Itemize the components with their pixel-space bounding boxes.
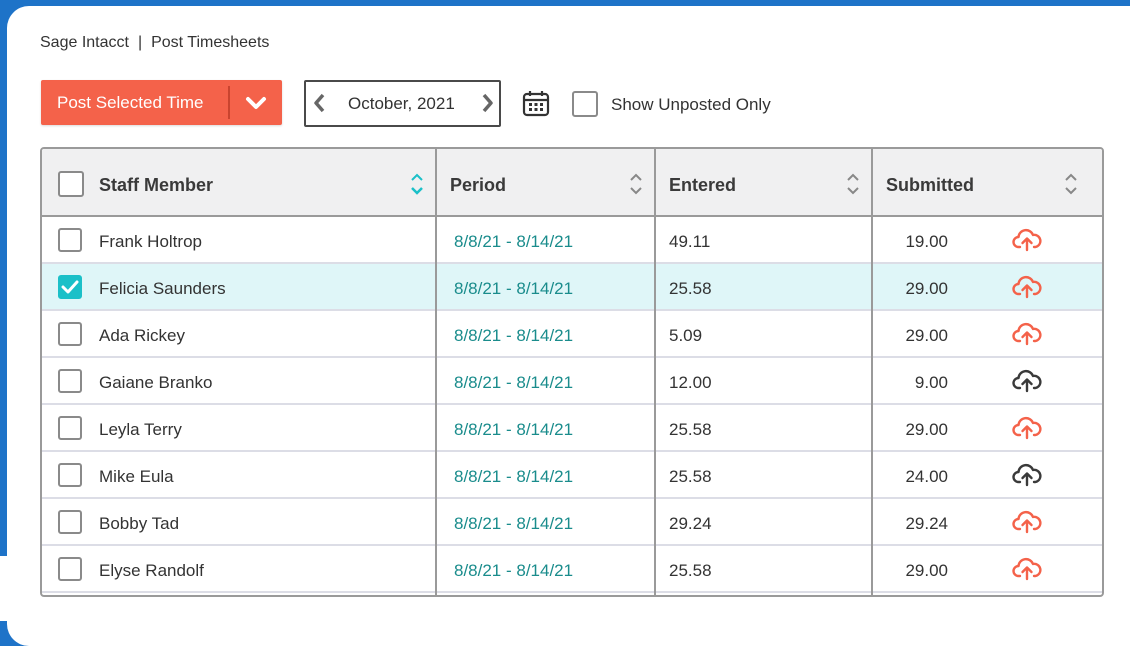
column-header-period[interactable]: Period [437, 149, 654, 215]
table-row[interactable]: Mike Eula 8/8/21 - 8/14/21 25.58 24.00 [42, 452, 1102, 499]
table-header: Staff Member Period Entered Submitted [42, 149, 1102, 217]
period-link[interactable]: 8/8/21 - 8/14/21 [454, 514, 573, 534]
submitted-hours: 9.00 [914, 373, 948, 392]
breadcrumb: Sage Intacct | Post Timesheets [40, 34, 269, 52]
period-link[interactable]: 8/8/21 - 8/14/21 [454, 467, 573, 487]
staff-member-name: Bobby Tad [99, 514, 180, 533]
staff-member-name: Leyla Terry [99, 420, 182, 439]
period-link[interactable]: 8/8/21 - 8/14/21 [454, 420, 573, 440]
entered-hours: 25.58 [669, 561, 712, 580]
cloud-upload-icon[interactable] [1012, 557, 1042, 581]
column-header-label: Staff Member [99, 175, 214, 195]
month-value: October, 2021 [348, 94, 455, 113]
row-checkbox[interactable] [58, 369, 82, 393]
column-divider [871, 149, 873, 595]
entered-hours: 25.58 [669, 467, 712, 486]
staff-member-name: Mike Eula [99, 467, 174, 486]
column-header-label: Entered [669, 175, 737, 195]
entered-hours: 12.00 [669, 373, 712, 392]
column-divider [435, 149, 437, 595]
select-all-checkbox[interactable] [58, 171, 84, 197]
month-picker[interactable]: October, 2021 [304, 80, 501, 127]
submitted-hours: 29.00 [905, 561, 948, 580]
chevron-down-icon[interactable] [244, 92, 268, 114]
row-checkbox[interactable] [58, 322, 82, 346]
period-link[interactable]: 8/8/21 - 8/14/21 [454, 373, 573, 393]
cloud-upload-icon[interactable] [1012, 369, 1042, 393]
staff-member-name: Gaiane Branko [99, 373, 213, 392]
column-header-staff-member[interactable]: Staff Member [42, 149, 435, 215]
submitted-hours: 29.24 [905, 514, 948, 533]
submitted-hours: 29.00 [905, 326, 948, 345]
post-selected-time-label: Post Selected Time [57, 93, 204, 112]
chevron-right-icon[interactable] [479, 92, 495, 114]
column-header-submitted[interactable]: Submitted [873, 149, 1102, 215]
sort-icon[interactable] [629, 171, 643, 197]
entered-hours: 49.11 [669, 232, 711, 251]
chevron-left-icon[interactable] [312, 92, 328, 114]
sort-icon[interactable] [410, 171, 424, 197]
cloud-upload-icon[interactable] [1012, 463, 1042, 487]
table-row[interactable]: Leyla Terry 8/8/21 - 8/14/21 25.58 29.00 [42, 405, 1102, 452]
sort-icon[interactable] [846, 171, 860, 197]
entered-hours: 25.58 [669, 279, 712, 298]
staff-member-name: Ada Rickey [99, 326, 185, 345]
column-header-label: Submitted [886, 175, 974, 195]
entered-hours: 29.24 [669, 514, 712, 533]
cloud-upload-icon[interactable] [1012, 228, 1042, 252]
row-checkbox[interactable] [58, 557, 82, 581]
show-unposted-checkbox[interactable] [572, 91, 598, 117]
staff-member-name: Elyse Randolf [99, 561, 204, 580]
sort-icon[interactable] [1064, 171, 1078, 197]
table-row[interactable]: Gaiane Branko 8/8/21 - 8/14/21 12.00 9.00 [42, 358, 1102, 405]
submitted-hours: 29.00 [905, 420, 948, 439]
row-checkbox[interactable] [58, 416, 82, 440]
table-row[interactable]: Elyse Randolf 8/8/21 - 8/14/21 25.58 29.00 [42, 546, 1102, 593]
cloud-upload-icon[interactable] [1012, 275, 1042, 299]
cloud-upload-icon[interactable] [1012, 510, 1042, 534]
submitted-hours: 29.00 [905, 279, 948, 298]
calendar-icon[interactable] [522, 89, 550, 117]
timesheet-table: Staff Member Period Entered Submitted Fr… [40, 147, 1104, 597]
staff-member-name: Frank Holtrop [99, 232, 202, 251]
row-checkbox[interactable] [58, 275, 82, 299]
table-row[interactable]: Ada Rickey 8/8/21 - 8/14/21 5.09 29.00 [42, 311, 1102, 358]
period-link[interactable]: 8/8/21 - 8/14/21 [454, 561, 573, 581]
cloud-upload-icon[interactable] [1012, 322, 1042, 346]
period-link[interactable]: 8/8/21 - 8/14/21 [454, 232, 573, 252]
breadcrumb-app: Sage Intacct [40, 34, 129, 51]
column-divider [654, 149, 656, 595]
row-checkbox[interactable] [58, 228, 82, 252]
table-row[interactable]: Felicia Saunders 8/8/21 - 8/14/21 25.58 29.… [42, 264, 1102, 311]
show-unposted-label: Show Unposted Only [611, 95, 771, 114]
breadcrumb-page: Post Timesheets [151, 34, 270, 51]
button-divider [228, 86, 230, 119]
cloud-upload-icon[interactable] [1012, 416, 1042, 440]
table-row[interactable]: Bobby Tad 8/8/21 - 8/14/21 29.24 29.24 [42, 499, 1102, 546]
staff-member-name: Felicia Saunders [99, 279, 226, 298]
column-header-label: Period [450, 175, 507, 195]
period-link[interactable]: 8/8/21 - 8/14/21 [454, 279, 573, 299]
row-checkbox[interactable] [58, 463, 82, 487]
submitted-hours: 19.00 [905, 232, 948, 251]
entered-hours: 25.58 [669, 420, 712, 439]
entered-hours: 5.09 [669, 326, 703, 345]
row-checkbox[interactable] [58, 510, 82, 534]
post-selected-time-button[interactable]: Post Selected Time [41, 80, 282, 125]
table-row[interactable]: Frank Holtrop 8/8/21 - 8/14/21 49.11 19.00 [42, 217, 1102, 264]
submitted-hours: 24.00 [905, 467, 948, 486]
breadcrumb-separator: | [137, 34, 143, 51]
period-link[interactable]: 8/8/21 - 8/14/21 [454, 326, 573, 346]
column-header-entered[interactable]: Entered [656, 149, 871, 215]
